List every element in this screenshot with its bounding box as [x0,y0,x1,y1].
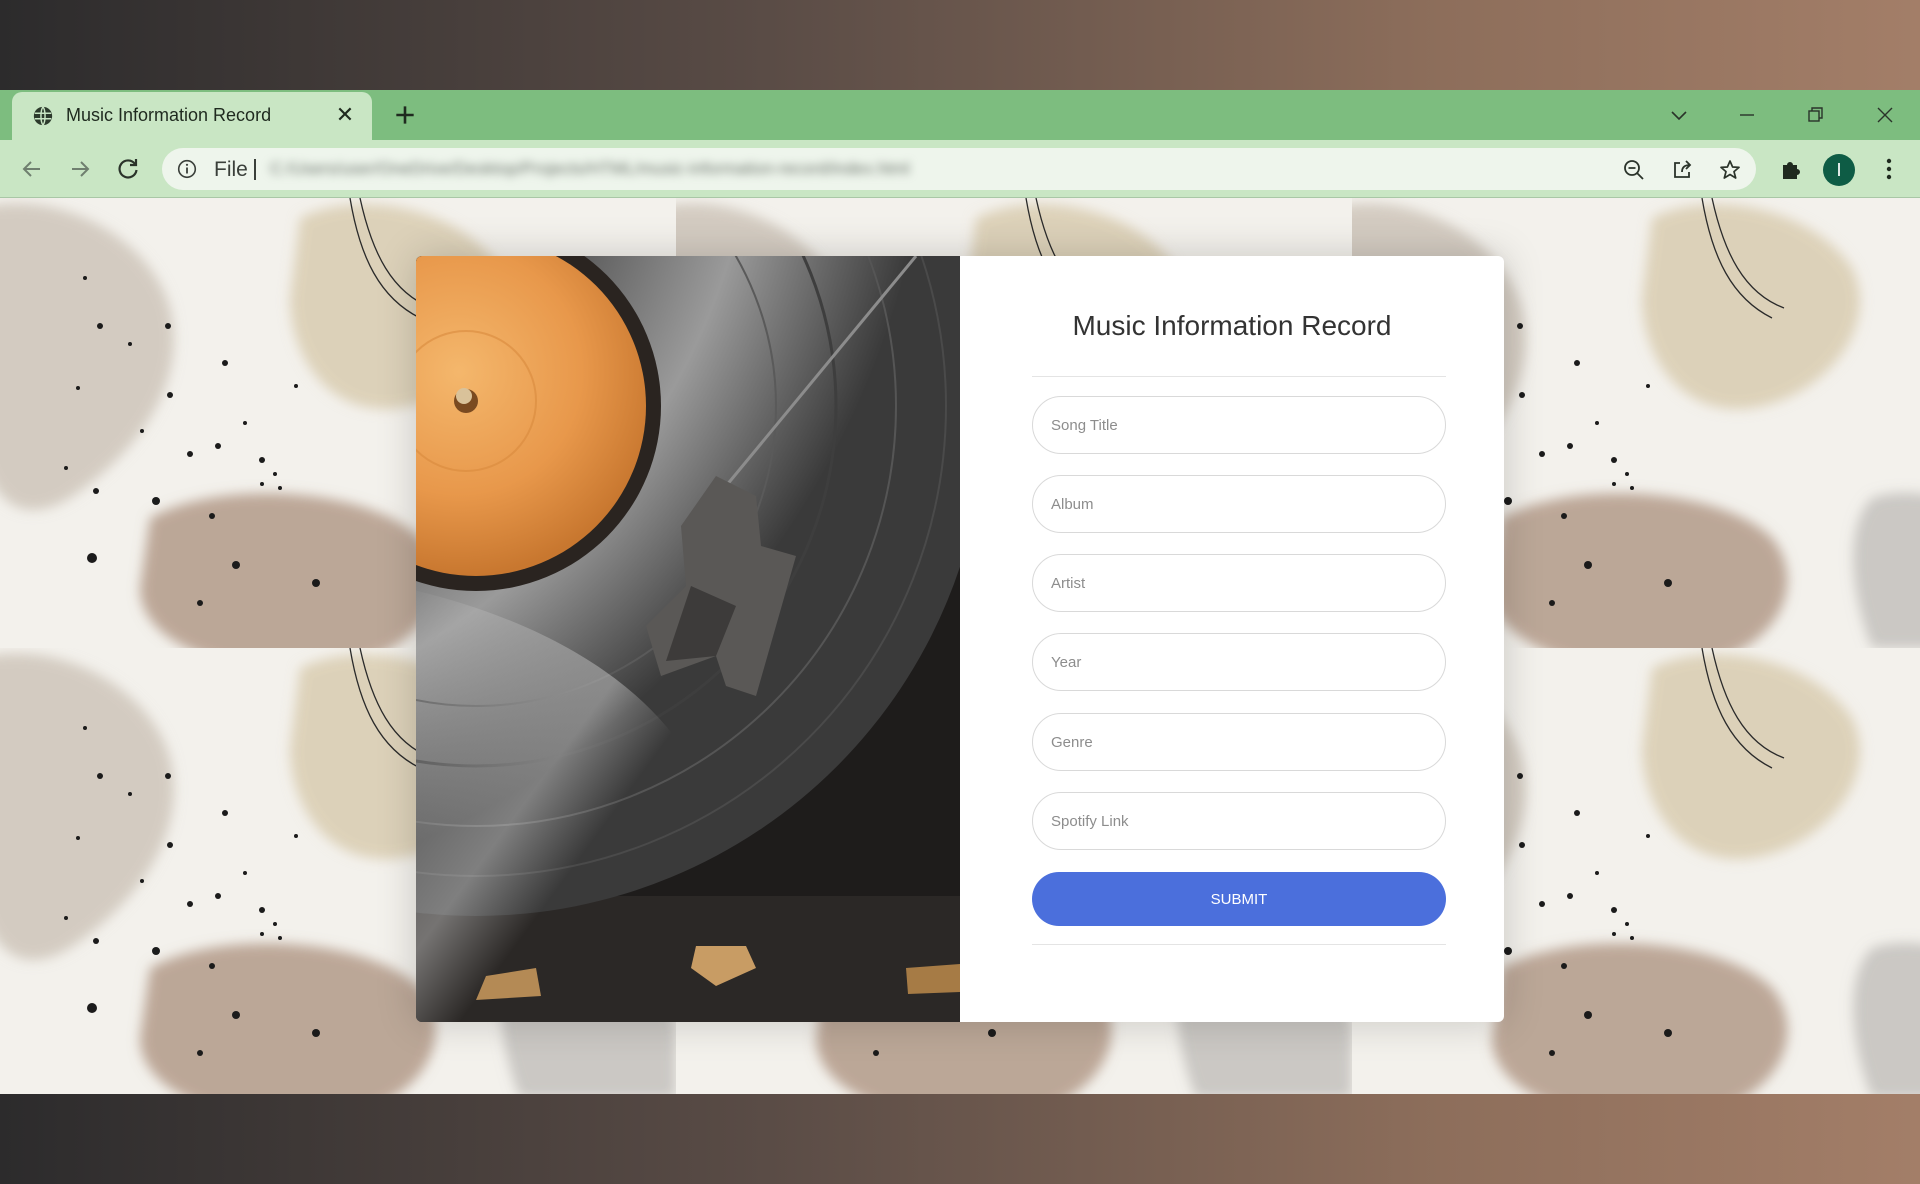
form-title: Music Information Record [1072,310,1392,341]
year-input[interactable] [1032,633,1446,691]
turntable-photo [416,256,960,1022]
star-icon[interactable] [1718,158,1742,182]
tab-close-icon[interactable]: ✕ [334,104,356,126]
browser-window: Music Information Record ✕ File C:/Users… [0,90,1920,1094]
minimize-icon[interactable] [1732,100,1762,130]
song-title-input[interactable] [1032,396,1446,454]
tab-strip: Music Information Record ✕ [0,90,1920,140]
form-card: Music Information Record SUBMIT [416,256,1504,1022]
address-bar[interactable]: File C:/Users/user/OneDrive/Desktop/Proj… [162,148,1756,190]
plus-icon[interactable] [392,102,418,128]
more-vert-icon[interactable] [1874,154,1904,184]
restore-icon[interactable] [1800,100,1830,130]
share-icon[interactable] [1670,158,1694,182]
music-form: Music Information Record SUBMIT [960,256,1504,1022]
browser-toolbar: File C:/Users/user/OneDrive/Desktop/Proj… [0,140,1920,198]
divider-bottom [1032,944,1446,945]
divider-top [1032,376,1446,377]
reload-icon[interactable] [114,155,142,183]
album-input[interactable] [1032,475,1446,533]
zoom-out-icon[interactable] [1622,158,1646,182]
url-separator [254,159,256,180]
tab-title: Music Information Record [66,105,272,125]
spotify-link-input[interactable] [1032,792,1446,850]
page-viewport: Music Information Record SUBMIT [0,198,1920,1094]
artist-input[interactable] [1032,554,1446,612]
tab-active[interactable]: Music Information Record ✕ [12,92,372,140]
extensions-icon[interactable] [1776,154,1806,184]
profile-avatar[interactable]: I [1823,154,1855,186]
forward-arrow-icon[interactable] [66,155,94,183]
url-scheme-label: File [214,158,248,181]
close-icon[interactable] [1870,100,1900,130]
back-arrow-icon[interactable] [18,155,46,183]
submit-button[interactable]: SUBMIT [1032,872,1446,926]
info-icon[interactable] [177,159,197,179]
globe-icon [33,106,53,126]
url-text[interactable]: C:/Users/user/OneDrive/Desktop/Projects/… [270,156,1390,182]
genre-input[interactable] [1032,713,1446,771]
chevron-down-icon[interactable] [1664,100,1694,130]
